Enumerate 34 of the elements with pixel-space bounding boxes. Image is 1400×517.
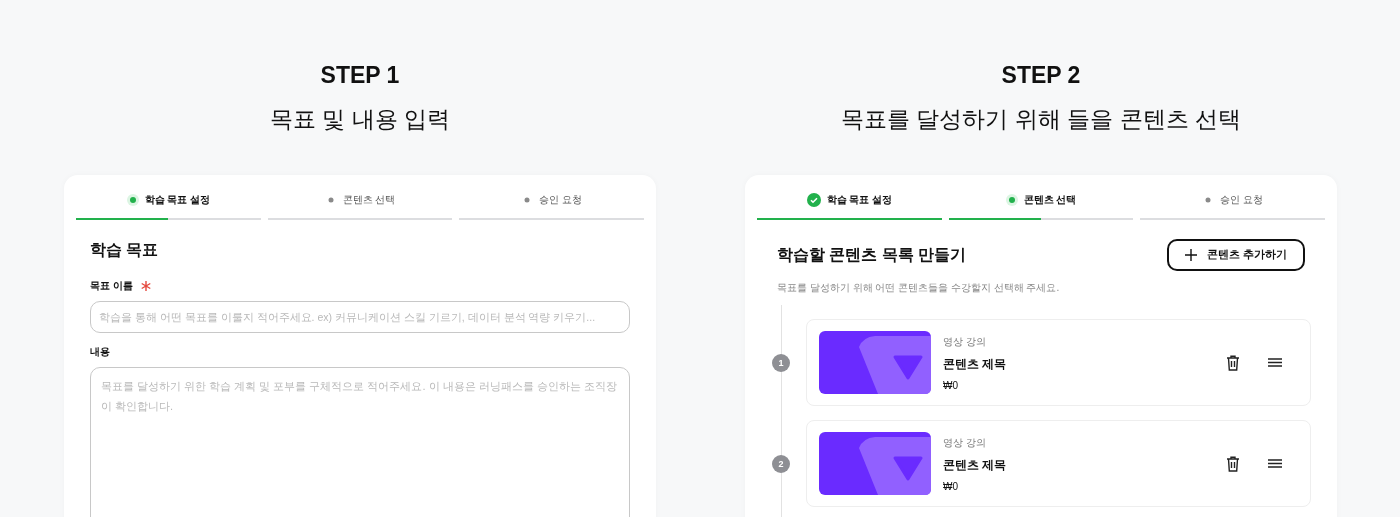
input-field[interactable]: 학습을 통해 어떤 목표를 이룰지 적어주세요. ex) 커뮤니케이션 스킬 기르기, 데이터 분석 역량 키우기...	[90, 301, 630, 333]
step-title: 목표 및 내용 입력	[269, 105, 451, 134]
plus-icon	[1185, 249, 1198, 261]
step-title: 목표를 달성하기 위해 들을 콘텐츠 선택	[841, 105, 1241, 134]
field-label: 목표 이름	[90, 279, 133, 293]
content-type: 영상 강의	[943, 435, 987, 450]
step-tab[interactable]: 학습 목표 설정	[806, 192, 893, 208]
section-title: 학습 목표	[90, 240, 160, 260]
step-label: STEP 2	[1001, 61, 1081, 90]
step-tab[interactable]: 콘텐츠 선택	[1005, 192, 1077, 208]
dot-icon	[126, 194, 139, 206]
check-icon	[806, 193, 821, 207]
content-price: ₩0	[943, 379, 959, 391]
dot-icon	[1005, 194, 1018, 206]
field-label: 내용	[90, 345, 110, 359]
number-badge: 2	[772, 454, 790, 473]
number-badge: 1	[772, 353, 790, 372]
step-tab[interactable]: 학습 목표 설정	[126, 192, 211, 208]
add-content-button[interactable]: 콘텐츠 추가하기	[1167, 239, 1305, 271]
trash-icon[interactable]	[1226, 455, 1240, 472]
trash-icon[interactable]	[1226, 354, 1240, 371]
drag-handle-icon[interactable]	[1268, 459, 1282, 468]
step-tab[interactable]: 콘텐츠 선택	[324, 192, 396, 208]
content-price: ₩0	[943, 480, 959, 492]
description: 목표를 달성하기 위해 어떤 콘텐츠들을 수강할지 선택해 주세요.	[777, 281, 1061, 295]
step-tab[interactable]: 승인 요청	[1202, 192, 1264, 208]
drag-handle-icon[interactable]	[1268, 358, 1282, 367]
step-tab[interactable]: 승인 요청	[521, 192, 583, 208]
content-type: 영상 강의	[943, 334, 987, 349]
content-title: 콘텐츠 제목	[943, 356, 1008, 372]
text-area[interactable]: 목표를 달성하기 위한 학습 계획 및 포부를 구체적으로 적어주세요. 이 내용은 러닝패스를 승인하는 조직장이 확인합니다.	[90, 367, 630, 517]
step-label: STEP 1	[320, 61, 400, 90]
section-title: 학습할 콘텐츠 목록 만들기	[777, 244, 967, 265]
content-title: 콘텐츠 제목	[943, 457, 1008, 473]
